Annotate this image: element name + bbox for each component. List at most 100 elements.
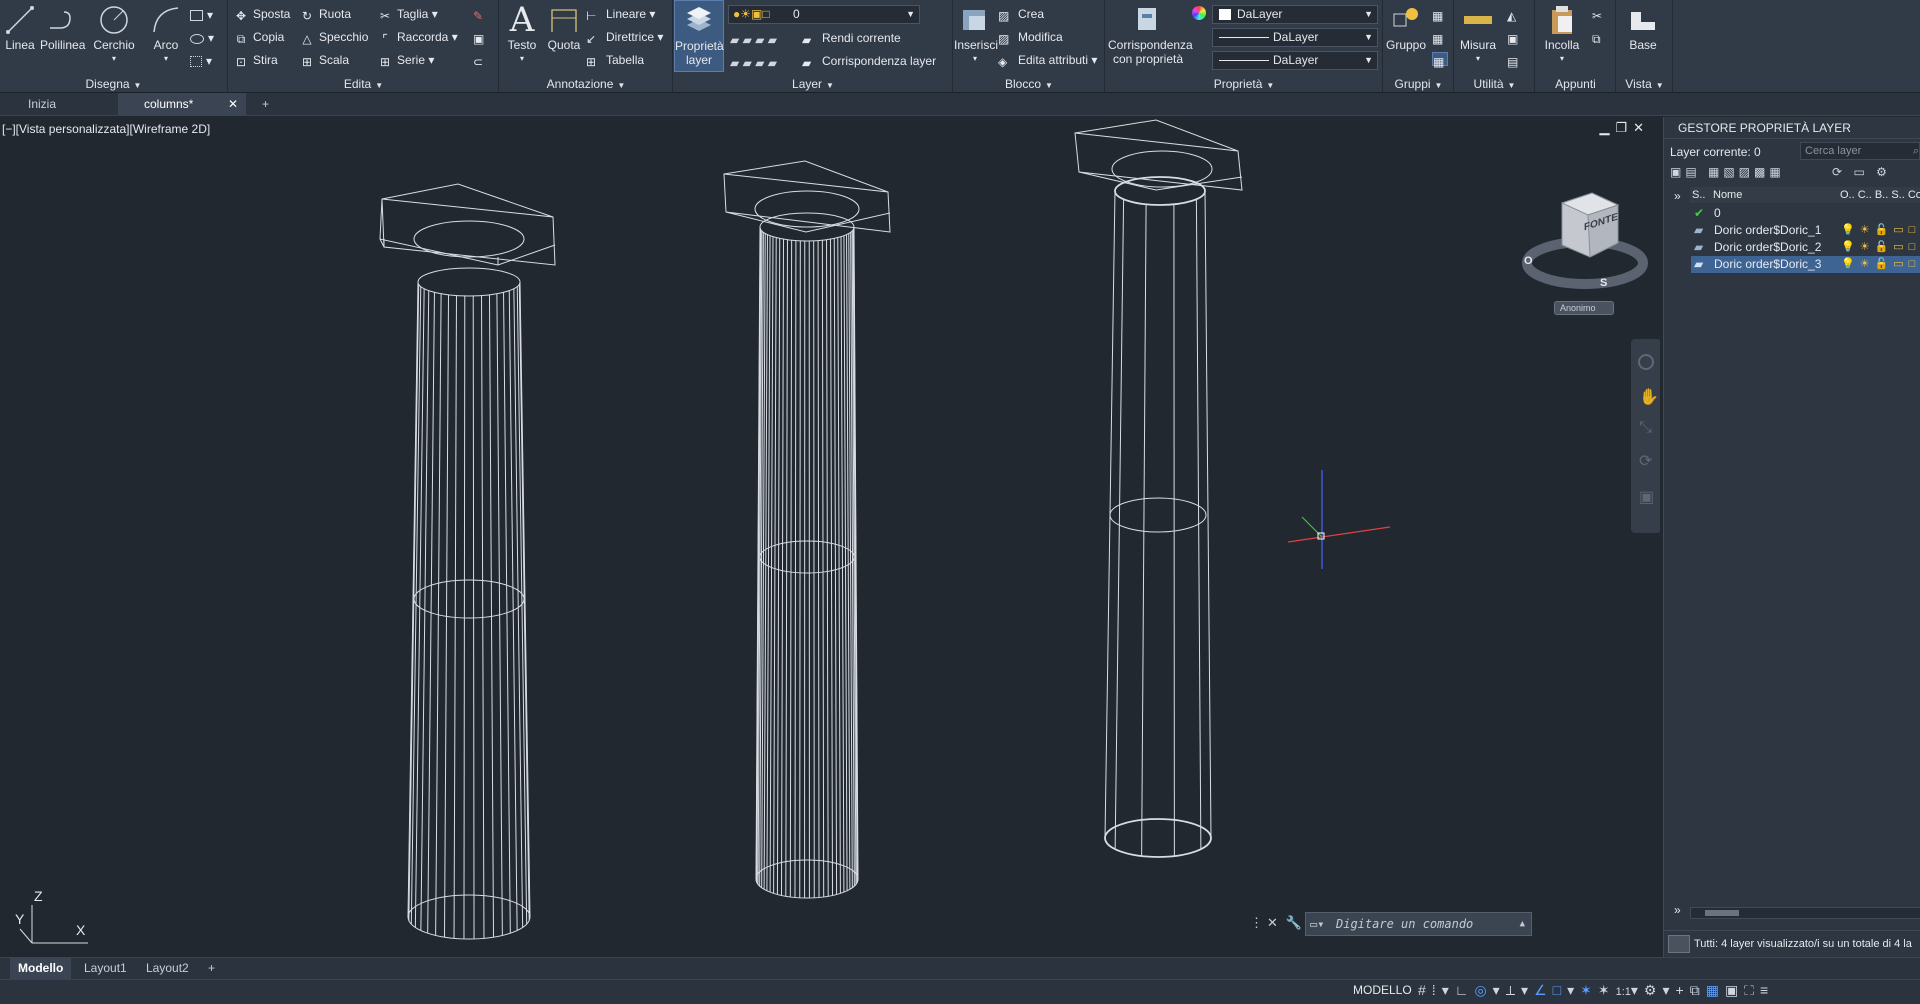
isodraft-icon[interactable]: ⟂ — [1506, 982, 1521, 998]
make-current-button[interactable]: ▰ Rendi corrente — [802, 29, 901, 47]
select-all-button[interactable]: ▣ — [1507, 28, 1527, 46]
group-button[interactable]: Gruppo — [1384, 4, 1428, 52]
layer-dropdown[interactable]: ●☀▣□ 0 ▼ — [728, 5, 920, 24]
add-layout-button[interactable]: + — [200, 958, 223, 979]
steering-wheel-icon[interactable] — [1638, 354, 1654, 370]
circle-button[interactable]: Cerchio ▾ — [92, 4, 136, 66]
array-button[interactable]: ⊞ Serie ▾ — [377, 51, 434, 69]
layer-row-1[interactable]: ▰ Doric order$Doric_1 💡☀🔓▭□ — [1691, 222, 1920, 239]
panel-annotation-title[interactable]: Annotazione ▼ — [500, 75, 672, 93]
fillet-button[interactable]: ⌜ Raccorda ▾ — [377, 28, 458, 46]
orbit-icon[interactable]: ⟳ — [1639, 451, 1652, 471]
panel-draw-title[interactable]: Disegna ▼ — [0, 75, 227, 93]
tab-start[interactable]: Inizia — [0, 93, 120, 116]
stretch-button[interactable]: ⊡ Stira — [233, 51, 278, 69]
color-wheel-button[interactable] — [1192, 5, 1210, 23]
region-button[interactable]: ▾ — [190, 52, 212, 70]
command-line-handle[interactable]: ⋮ ✕ 🔧 — [1250, 915, 1302, 931]
plus-icon[interactable]: + — [1676, 982, 1690, 998]
panel-layer-title[interactable]: Layer ▼ — [674, 75, 952, 93]
isolate-icon[interactable]: ▦ — [1706, 982, 1725, 998]
model-space-button[interactable]: MODELLO — [1353, 983, 1412, 997]
create-block-button[interactable]: ▨ Crea — [998, 5, 1044, 23]
move-button[interactable]: ✥ Sposta — [233, 5, 290, 23]
autoscale-icon[interactable]: ✶ — [1598, 982, 1616, 998]
layer-state-icons[interactable]: 💡☀🔓▭□ — [1841, 256, 1920, 273]
tab-model[interactable]: Modello — [10, 958, 72, 979]
layer-row-3[interactable]: ▰ Doric order$Doric_3 💡☀🔓▭□ — [1691, 256, 1920, 273]
gear-icon[interactable]: ⚙ — [1644, 982, 1663, 998]
leader-button[interactable]: ↙ Direttrice ▾ — [586, 28, 663, 46]
panel-modify-title[interactable]: Edita ▼ — [229, 75, 498, 93]
dimension-button[interactable]: Quota — [544, 4, 584, 52]
paste-dropdown-icon[interactable]: ▾ — [1540, 52, 1584, 66]
match-properties-button[interactable]: Corrispondenza con proprietà — [1108, 4, 1193, 66]
chevron-up-icon[interactable]: ▲ — [1520, 913, 1525, 935]
hatch-button[interactable]: ▾ — [190, 29, 214, 47]
osnap-tracking-icon[interactable]: ∠ — [1534, 982, 1553, 998]
pan-icon[interactable]: ✋ — [1639, 387, 1659, 407]
status-toggles[interactable]: #⁞▾∟◎▾⟂▾∠□▾✶✶1:1▾⚙▾+⧉▦▣⛶≡ — [1418, 982, 1774, 999]
edit-attributes-button[interactable]: ◈ Edita attributi ▾ — [998, 51, 1097, 69]
polar-icon[interactable]: ◎ — [1474, 982, 1492, 998]
rectangle-button[interactable]: ▾ — [190, 6, 213, 24]
layer-properties-button[interactable]: Proprietà layer — [674, 0, 724, 72]
paste-button[interactable]: Incolla ▾ — [1540, 4, 1584, 66]
text-dropdown-icon[interactable]: ▾ — [504, 52, 540, 66]
workspace-icon[interactable]: ⧉ — [1690, 982, 1706, 998]
drawing-viewport[interactable]: [−][Vista personalizzata][Wireframe 2D] … — [0, 117, 1660, 957]
arc-button[interactable]: Arco ▾ — [146, 4, 186, 66]
wrench-icon[interactable]: 🔧 — [1286, 915, 1302, 930]
offset-button[interactable]: ⊂ — [473, 51, 493, 69]
panel-properties-title[interactable]: Proprietà ▼ — [1106, 75, 1382, 93]
annotation-visibility-icon[interactable]: ✶ — [1580, 982, 1598, 998]
ortho-icon[interactable]: ∟ — [1455, 982, 1475, 998]
col-name-header[interactable]: Nome — [1713, 187, 1742, 203]
close-icon[interactable]: ✕ — [228, 93, 238, 116]
hardware-accel-icon[interactable]: ▣ — [1725, 982, 1744, 998]
command-input[interactable]: ▭▾ Digitare un comando ▲ — [1305, 912, 1532, 936]
group-select-button[interactable]: ▦ — [1432, 51, 1452, 69]
annotation-scale-value[interactable]: 1:1 — [1616, 986, 1631, 998]
layer-list-scrollbar[interactable] — [1690, 907, 1920, 919]
trim-button[interactable]: ✂ Taglia ▾ — [377, 5, 438, 23]
quick-select-button[interactable]: ◭ — [1507, 5, 1527, 23]
group-edit-button[interactable]: ▦ — [1432, 28, 1452, 46]
doric-column-1[interactable] — [379, 183, 556, 940]
explode-button[interactable]: ▣ — [473, 28, 493, 46]
menu-icon[interactable]: ≡ — [1760, 982, 1774, 998]
match-layer-button[interactable]: ▰ Corrispondenza layer — [802, 52, 936, 70]
arc-dropdown-icon[interactable]: ▾ — [146, 52, 186, 66]
gear-icon[interactable]: ⚙ — [1876, 165, 1891, 179]
panel-groups-title[interactable]: Gruppi ▼ — [1384, 75, 1453, 93]
text-button[interactable]: A Testo ▾ — [504, 3, 540, 66]
viewcube[interactable]: FONTE O S — [1520, 185, 1650, 305]
zoom-icon[interactable]: ⤡ — [1639, 419, 1652, 437]
circle-dropdown-icon[interactable]: ▾ — [92, 52, 136, 66]
ungroup-button[interactable]: ▦ — [1432, 5, 1452, 23]
color-dropdown[interactable]: DaLayer ▼ — [1212, 5, 1378, 24]
polyline-button[interactable]: Polilinea — [40, 4, 85, 52]
doric-column-2[interactable] — [723, 160, 891, 899]
expand-panel-icon[interactable]: » — [1674, 903, 1681, 917]
scale-button[interactable]: ⊞ Scala — [299, 51, 349, 69]
expand-filters-icon[interactable]: » — [1674, 189, 1681, 203]
line-button[interactable]: Linea — [2, 4, 38, 52]
col-status-header[interactable]: S.. — [1692, 187, 1705, 203]
layer-row-2[interactable]: ▰ Doric order$Doric_2 💡☀🔓▭□ — [1691, 239, 1920, 256]
snap-icon[interactable]: ⁞ — [1432, 982, 1442, 998]
close-icon[interactable]: ✕ — [1267, 915, 1278, 930]
insert-dropdown-icon[interactable]: ▾ — [954, 52, 996, 66]
linetype-dropdown[interactable]: DaLayer ▼ — [1212, 28, 1378, 47]
panel-utilities-title[interactable]: Utilità ▼ — [1455, 75, 1534, 93]
measure-button[interactable]: Misura ▾ — [1457, 4, 1499, 66]
scrollbar-thumb[interactable] — [1705, 910, 1739, 916]
rotate-button[interactable]: ↻ Ruota — [299, 5, 351, 23]
showmotion-icon[interactable]: ▣ — [1639, 487, 1654, 507]
erase-button[interactable]: ✎ — [473, 5, 493, 23]
fullscreen-icon[interactable]: ⛶ — [1744, 982, 1760, 998]
refresh-icon[interactable]: ⟳ — [1832, 165, 1846, 179]
layer-row-0[interactable]: ✔ 0 — [1691, 205, 1920, 222]
copy-clip-button[interactable]: ⧉ — [1592, 28, 1612, 46]
tab-layout2[interactable]: Layout2 — [138, 958, 197, 979]
